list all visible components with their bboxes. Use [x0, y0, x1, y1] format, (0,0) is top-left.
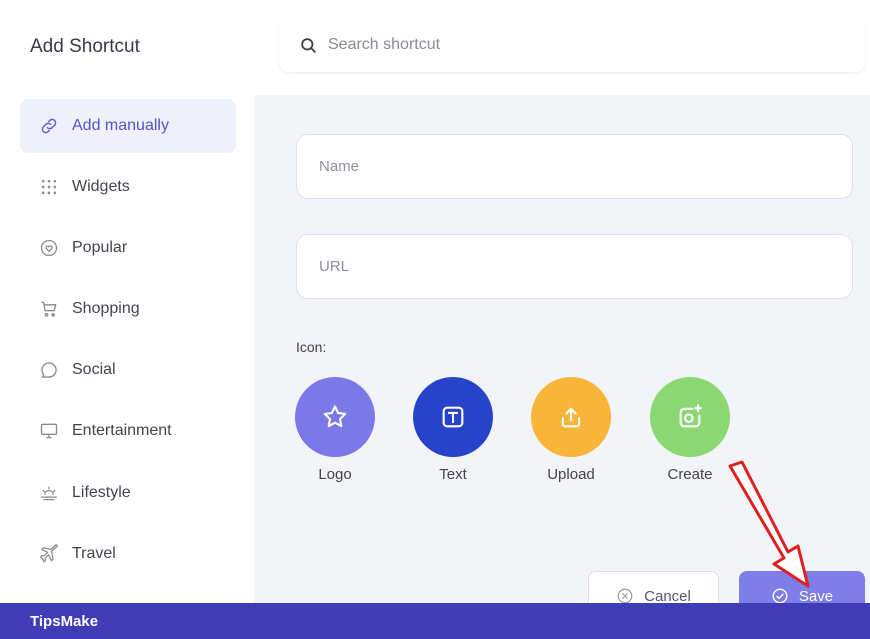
upload-icon: [561, 407, 581, 428]
annotation-arrow: [728, 460, 810, 588]
sidebar-item-label: Widgets: [72, 178, 130, 195]
airplane-icon: [38, 543, 60, 565]
upload-option-circle[interactable]: [531, 377, 611, 457]
create-option-circle[interactable]: [650, 377, 730, 457]
monitor-icon: [38, 420, 60, 442]
cart-icon: [38, 298, 60, 320]
sidebar-item-add-manually[interactable]: Add manually: [20, 99, 236, 153]
chat-bubble-icon: [38, 359, 60, 381]
sidebar-item-label: Popular: [72, 239, 128, 256]
icon-option-label: Create: [667, 466, 713, 483]
cancel-button-label: Cancel: [644, 587, 691, 605]
sidebar-item-label: Add manually: [72, 117, 169, 134]
sidebar-item-label: Travel: [72, 545, 116, 562]
icon-option-label: Logo: [318, 466, 352, 483]
icon-option-label: Upload: [547, 466, 595, 483]
sidebar-item-lifestyle[interactable]: Lifestyle: [20, 466, 236, 520]
sidebar-item-label: Entertainment: [72, 422, 172, 439]
heart-circle-icon: [38, 237, 60, 259]
search-input[interactable]: [328, 36, 808, 54]
sidebar-item-travel[interactable]: Travel: [20, 527, 236, 581]
icon-section-label: Icon:: [296, 339, 327, 355]
sidebar-item-widgets[interactable]: Widgets: [20, 160, 236, 214]
sidebar-item-label: Social: [72, 361, 116, 378]
logo-option-circle[interactable]: [295, 377, 375, 457]
icon-option-logo[interactable]: Logo: [295, 377, 375, 487]
text-t-icon: [442, 406, 464, 428]
sidebar-title: Add Shortcut: [30, 36, 140, 57]
sidebar-item-entertainment[interactable]: Entertainment: [20, 404, 236, 458]
search-icon: [301, 37, 316, 53]
url-field[interactable]: [296, 234, 853, 299]
footer-bar: TipsMake: [0, 603, 870, 639]
camera-plus-icon: [679, 404, 703, 428]
sidebar-item-social[interactable]: Social: [20, 343, 236, 397]
footer-brand: TipsMake: [30, 612, 99, 630]
icon-option-create[interactable]: Create: [650, 377, 730, 487]
text-option-circle[interactable]: [413, 377, 493, 457]
icon-option-label: Text: [439, 466, 467, 483]
sidebar-item-label: Shopping: [72, 300, 140, 317]
grid-dots-icon: [38, 176, 60, 198]
name-field[interactable]: [296, 134, 853, 199]
search-bar[interactable]: [279, 18, 865, 72]
sidebar: Add Shortcut Add manually Widgets Popula…: [0, 0, 255, 603]
star-icon: [323, 405, 347, 428]
sidebar-item-label: Lifestyle: [72, 484, 131, 501]
icon-option-upload[interactable]: Upload: [531, 377, 611, 487]
icon-option-text[interactable]: Text: [413, 377, 493, 487]
sidebar-item-popular[interactable]: Popular: [20, 221, 236, 275]
sunrise-icon: [38, 482, 60, 504]
save-button-label: Save: [798, 587, 834, 605]
sidebar-item-shopping[interactable]: Shopping: [20, 282, 236, 336]
link-icon: [38, 115, 60, 137]
